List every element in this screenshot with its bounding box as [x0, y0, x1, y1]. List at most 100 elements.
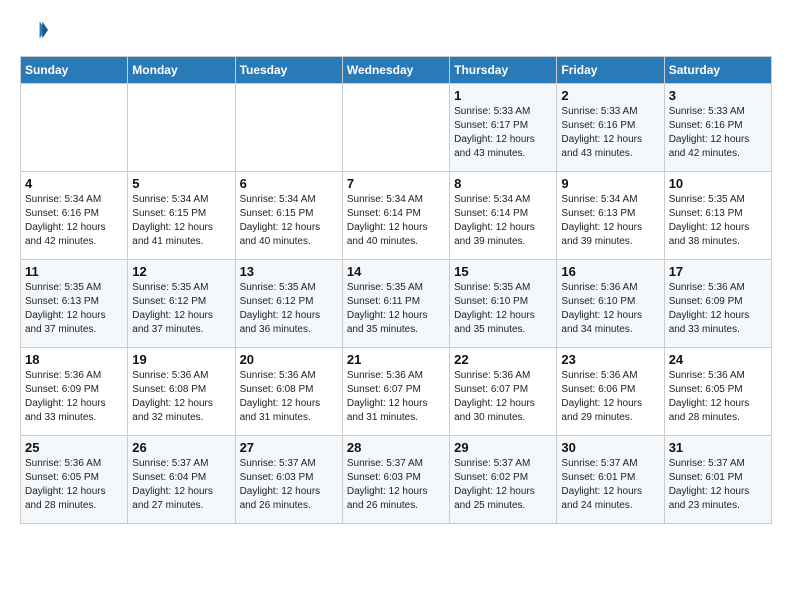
day-number: 13 [240, 264, 338, 279]
day-number: 3 [669, 88, 767, 103]
week-row-2: 4 Sunrise: 5:34 AM Sunset: 6:16 PM Daylig… [21, 172, 772, 260]
day-info: Sunrise: 5:35 AM Sunset: 6:12 PM Dayligh… [132, 281, 230, 337]
calendar-cell: 18 Sunrise: 5:36 AM Sunset: 6:09 PM Dayli… [21, 348, 128, 436]
calendar-cell: 31 Sunrise: 5:37 AM Sunset: 6:01 PM Dayli… [664, 436, 771, 524]
day-info: Sunrise: 5:36 AM Sunset: 6:08 PM Dayligh… [132, 369, 230, 425]
day-number: 8 [454, 176, 552, 191]
calendar-cell: 23 Sunrise: 5:36 AM Sunset: 6:06 PM Dayli… [557, 348, 664, 436]
day-info: Sunrise: 5:35 AM Sunset: 6:12 PM Dayligh… [240, 281, 338, 337]
day-number: 5 [132, 176, 230, 191]
day-info: Sunrise: 5:36 AM Sunset: 6:09 PM Dayligh… [25, 369, 123, 425]
calendar-cell: 20 Sunrise: 5:36 AM Sunset: 6:08 PM Dayli… [235, 348, 342, 436]
day-number: 25 [25, 440, 123, 455]
logo-icon [20, 16, 48, 44]
day-info: Sunrise: 5:35 AM Sunset: 6:13 PM Dayligh… [669, 193, 767, 249]
calendar-cell: 8 Sunrise: 5:34 AM Sunset: 6:14 PM Daylig… [450, 172, 557, 260]
day-info: Sunrise: 5:36 AM Sunset: 6:05 PM Dayligh… [669, 369, 767, 425]
day-info: Sunrise: 5:36 AM Sunset: 6:07 PM Dayligh… [347, 369, 445, 425]
day-info: Sunrise: 5:37 AM Sunset: 6:01 PM Dayligh… [669, 457, 767, 513]
page: SundayMondayTuesdayWednesdayThursdayFrid… [0, 0, 792, 540]
day-header-monday: Monday [128, 57, 235, 84]
day-number: 27 [240, 440, 338, 455]
calendar-cell: 7 Sunrise: 5:34 AM Sunset: 6:14 PM Daylig… [342, 172, 449, 260]
day-info: Sunrise: 5:34 AM Sunset: 6:14 PM Dayligh… [454, 193, 552, 249]
day-number: 18 [25, 352, 123, 367]
day-info: Sunrise: 5:37 AM Sunset: 6:03 PM Dayligh… [240, 457, 338, 513]
calendar-cell: 1 Sunrise: 5:33 AM Sunset: 6:17 PM Daylig… [450, 84, 557, 172]
day-number: 17 [669, 264, 767, 279]
day-info: Sunrise: 5:36 AM Sunset: 6:09 PM Dayligh… [669, 281, 767, 337]
day-info: Sunrise: 5:36 AM Sunset: 6:05 PM Dayligh… [25, 457, 123, 513]
week-row-4: 18 Sunrise: 5:36 AM Sunset: 6:09 PM Dayli… [21, 348, 772, 436]
calendar-cell: 13 Sunrise: 5:35 AM Sunset: 6:12 PM Dayli… [235, 260, 342, 348]
day-info: Sunrise: 5:33 AM Sunset: 6:17 PM Dayligh… [454, 105, 552, 161]
day-info: Sunrise: 5:36 AM Sunset: 6:07 PM Dayligh… [454, 369, 552, 425]
day-number: 22 [454, 352, 552, 367]
day-header-friday: Friday [557, 57, 664, 84]
day-header-saturday: Saturday [664, 57, 771, 84]
day-info: Sunrise: 5:37 AM Sunset: 6:01 PM Dayligh… [561, 457, 659, 513]
day-info: Sunrise: 5:34 AM Sunset: 6:16 PM Dayligh… [25, 193, 123, 249]
day-number: 20 [240, 352, 338, 367]
day-number: 21 [347, 352, 445, 367]
day-info: Sunrise: 5:36 AM Sunset: 6:08 PM Dayligh… [240, 369, 338, 425]
day-number: 11 [25, 264, 123, 279]
day-number: 19 [132, 352, 230, 367]
calendar-cell: 3Sunrise: 5:33 AM Sunset: 6:16 PM Daylig… [664, 84, 771, 172]
day-number: 23 [561, 352, 659, 367]
day-number: 2 [561, 88, 659, 103]
day-number: 10 [669, 176, 767, 191]
day-info: Sunrise: 5:35 AM Sunset: 6:10 PM Dayligh… [454, 281, 552, 337]
calendar-cell: 28Sunrise: 5:37 AM Sunset: 6:03 PM Dayli… [342, 436, 449, 524]
day-number: 31 [669, 440, 767, 455]
calendar-cell: 17 Sunrise: 5:36 AM Sunset: 6:09 PM Dayli… [664, 260, 771, 348]
day-number: 30 [561, 440, 659, 455]
day-number: 4 [25, 176, 123, 191]
day-number: 28 [347, 440, 445, 455]
day-info: Sunrise: 5:35 AM Sunset: 6:13 PM Dayligh… [25, 281, 123, 337]
day-number: 12 [132, 264, 230, 279]
calendar-cell: 2Sunrise: 5:33 AM Sunset: 6:16 PM Daylig… [557, 84, 664, 172]
calendar-cell [342, 84, 449, 172]
day-info: Sunrise: 5:34 AM Sunset: 6:14 PM Dayligh… [347, 193, 445, 249]
calendar-cell: 12 Sunrise: 5:35 AM Sunset: 6:12 PM Dayli… [128, 260, 235, 348]
day-number: 15 [454, 264, 552, 279]
day-info: Sunrise: 5:37 AM Sunset: 6:02 PM Dayligh… [454, 457, 552, 513]
calendar-cell: 14Sunrise: 5:35 AM Sunset: 6:11 PM Dayli… [342, 260, 449, 348]
calendar-cell [21, 84, 128, 172]
day-info: Sunrise: 5:34 AM Sunset: 6:13 PM Dayligh… [561, 193, 659, 249]
day-number: 1 [454, 88, 552, 103]
day-info: Sunrise: 5:34 AM Sunset: 6:15 PM Dayligh… [132, 193, 230, 249]
calendar-cell: 11 Sunrise: 5:35 AM Sunset: 6:13 PM Dayli… [21, 260, 128, 348]
calendar-cell [235, 84, 342, 172]
day-number: 7 [347, 176, 445, 191]
calendar-cell: 19 Sunrise: 5:36 AM Sunset: 6:08 PM Dayli… [128, 348, 235, 436]
week-row-5: 25 Sunrise: 5:36 AM Sunset: 6:05 PM Dayli… [21, 436, 772, 524]
day-number: 16 [561, 264, 659, 279]
day-number: 29 [454, 440, 552, 455]
header-row: SundayMondayTuesdayWednesdayThursdayFrid… [21, 57, 772, 84]
day-number: 14 [347, 264, 445, 279]
calendar-cell: 10 Sunrise: 5:35 AM Sunset: 6:13 PM Dayli… [664, 172, 771, 260]
day-number: 6 [240, 176, 338, 191]
calendar-cell: 29 Sunrise: 5:37 AM Sunset: 6:02 PM Dayli… [450, 436, 557, 524]
calendar-cell: 9Sunrise: 5:34 AM Sunset: 6:13 PM Daylig… [557, 172, 664, 260]
calendar-cell: 21 Sunrise: 5:36 AM Sunset: 6:07 PM Dayli… [342, 348, 449, 436]
day-info: Sunrise: 5:36 AM Sunset: 6:06 PM Dayligh… [561, 369, 659, 425]
week-row-3: 11 Sunrise: 5:35 AM Sunset: 6:13 PM Dayli… [21, 260, 772, 348]
calendar-cell: 24Sunrise: 5:36 AM Sunset: 6:05 PM Dayli… [664, 348, 771, 436]
calendar-cell: 15 Sunrise: 5:35 AM Sunset: 6:10 PM Dayli… [450, 260, 557, 348]
calendar-cell: 5 Sunrise: 5:34 AM Sunset: 6:15 PM Daylig… [128, 172, 235, 260]
day-number: 26 [132, 440, 230, 455]
calendar-cell [128, 84, 235, 172]
calendar-cell: 30 Sunrise: 5:37 AM Sunset: 6:01 PM Dayli… [557, 436, 664, 524]
calendar-cell: 16Sunrise: 5:36 AM Sunset: 6:10 PM Dayli… [557, 260, 664, 348]
calendar-cell: 4 Sunrise: 5:34 AM Sunset: 6:16 PM Daylig… [21, 172, 128, 260]
logo [20, 16, 52, 44]
header [20, 16, 772, 44]
calendar-cell: 27 Sunrise: 5:37 AM Sunset: 6:03 PM Dayli… [235, 436, 342, 524]
day-header-wednesday: Wednesday [342, 57, 449, 84]
day-header-sunday: Sunday [21, 57, 128, 84]
day-header-tuesday: Tuesday [235, 57, 342, 84]
calendar-cell: 25 Sunrise: 5:36 AM Sunset: 6:05 PM Dayli… [21, 436, 128, 524]
